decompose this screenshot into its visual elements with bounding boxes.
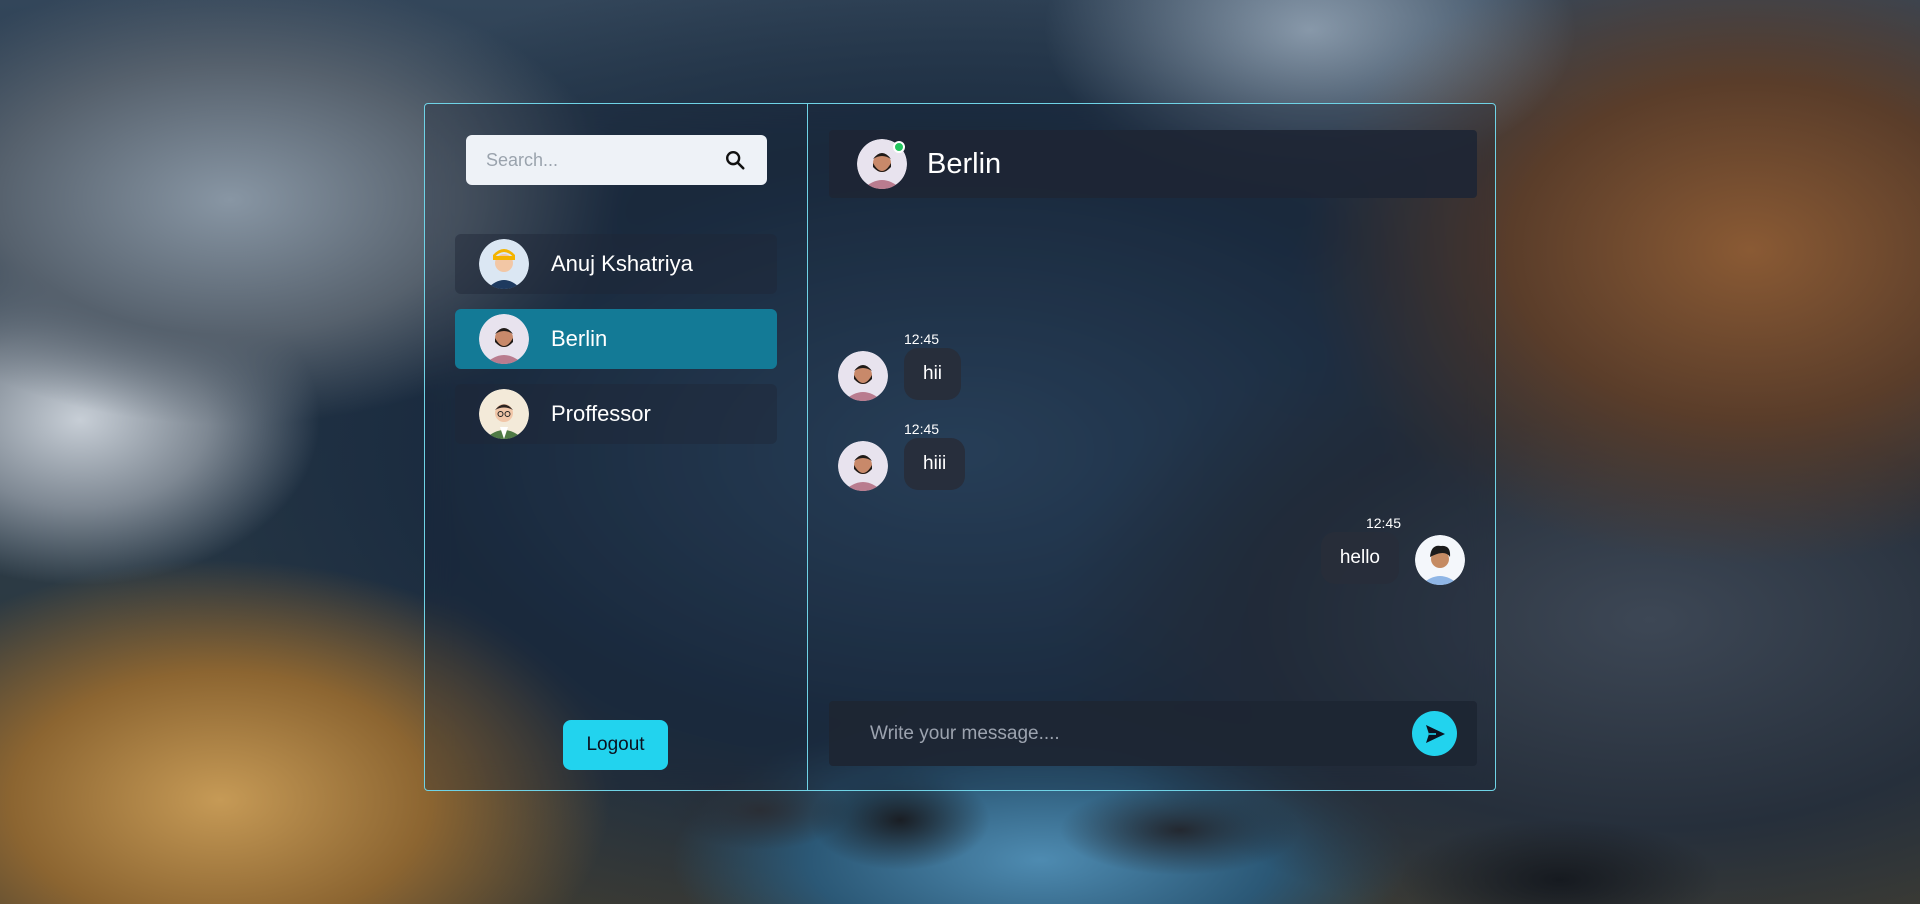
chat-panel: Berlin 12:45 hii 12:45 hiii 12:45 hello …	[808, 104, 1495, 790]
sidebar: Anuj Kshatriya Berlin	[425, 104, 808, 790]
send-icon	[1425, 724, 1445, 743]
message-bubble: hii	[904, 348, 962, 400]
message-outgoing: 12:45 hello	[1320, 515, 1465, 585]
avatar	[857, 139, 907, 189]
message-bubble: hiii	[904, 438, 966, 490]
avatar	[479, 389, 529, 439]
search-input[interactable]	[486, 149, 723, 171]
contact-list: Anuj Kshatriya Berlin Proffessor	[455, 234, 777, 459]
online-status-dot	[893, 141, 905, 153]
avatar	[479, 314, 529, 364]
send-button[interactable]	[1412, 711, 1457, 756]
message-input[interactable]	[870, 722, 1412, 745]
logout-button[interactable]: Logout	[563, 720, 668, 770]
chat-title: Berlin	[927, 147, 1002, 180]
message-time: 12:45	[1365, 515, 1401, 531]
search-box	[466, 135, 767, 185]
message-composer	[829, 701, 1477, 766]
contact-name: Anuj Kshatriya	[551, 251, 693, 276]
avatar	[1415, 535, 1465, 585]
search-icon[interactable]	[723, 148, 747, 172]
contact-name: Berlin	[551, 326, 608, 351]
message-time: 12:45	[904, 421, 940, 437]
contact-name: Proffessor	[551, 401, 651, 426]
contact-item-proffessor[interactable]: Proffessor	[455, 384, 777, 444]
contact-item-anuj[interactable]: Anuj Kshatriya	[455, 234, 777, 294]
message-time: 12:45	[904, 331, 940, 347]
chat-app-card: Anuj Kshatriya Berlin	[424, 103, 1496, 791]
contact-item-berlin[interactable]: Berlin	[455, 309, 777, 369]
avatar	[838, 441, 888, 491]
message-incoming: 12:45 hii	[838, 331, 962, 401]
avatar	[479, 239, 529, 289]
message-bubble: hello	[1320, 532, 1399, 584]
avatar	[838, 351, 888, 401]
message-incoming: 12:45 hiii	[838, 421, 966, 491]
chat-header: Berlin	[829, 130, 1477, 198]
